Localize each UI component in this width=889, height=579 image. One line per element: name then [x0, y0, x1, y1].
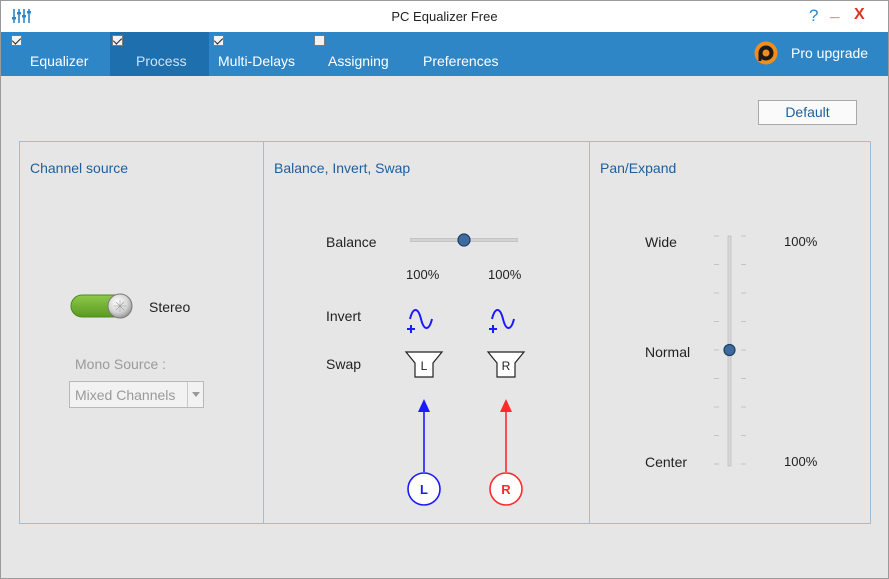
tab-preferences-label: Preferences: [423, 53, 499, 69]
tab-assigning-label: Assigning: [328, 53, 389, 69]
pc-equalizer-logo-icon: [754, 41, 778, 65]
tab-equalizer[interactable]: Equalizer: [1, 32, 105, 76]
stereo-toggle[interactable]: [70, 293, 134, 319]
balance-slider-knob[interactable]: [457, 233, 471, 247]
tab-process-label: Process: [136, 53, 187, 69]
channel-source-panel: Channel source Stereo Mono Source : Mixe…: [19, 141, 264, 524]
swap-left-letter: L: [421, 359, 428, 373]
window-title: PC Equalizer Free: [391, 9, 498, 24]
default-button[interactable]: Default: [758, 100, 857, 125]
tab-process[interactable]: Process: [110, 32, 209, 76]
stereo-label: Stereo: [149, 299, 191, 315]
mono-source-value: Mixed Channels: [75, 387, 176, 403]
balance-invert-swap-panel: Balance, Invert, Swap Balance 100% 100% …: [263, 141, 590, 524]
invert-right-wave-icon[interactable]: [486, 302, 520, 336]
title-bar: PC Equalizer Free ? _ X: [1, 1, 888, 32]
help-button[interactable]: ?: [809, 6, 818, 26]
center-percent: 100%: [784, 454, 818, 469]
tab-assigning[interactable]: Assigning: [312, 32, 407, 76]
center-label: Center: [645, 454, 688, 470]
channel-routing-diagram: L R: [407, 399, 523, 506]
mono-source-label: Mono Source :: [75, 356, 167, 372]
channel-source-title: Channel source: [30, 160, 129, 176]
invert-label: Invert: [326, 308, 362, 324]
tab-multi-delays-checkbox[interactable]: [213, 35, 224, 46]
balance-panel-title: Balance, Invert, Swap: [274, 160, 411, 176]
pro-upgrade-label: Pro upgrade: [791, 45, 869, 61]
left-channel-label: L: [420, 482, 428, 497]
tab-equalizer-checkbox[interactable]: [11, 35, 22, 46]
tab-equalizer-label: Equalizer: [30, 53, 89, 69]
swap-right-letter: R: [502, 359, 511, 373]
swap-left-speaker-icon[interactable]: L: [404, 349, 444, 383]
normal-label: Normal: [645, 344, 691, 360]
pan-expand-slider[interactable]: [710, 234, 750, 469]
tab-bar: Equalizer Process Multi-Delays Assigning…: [1, 32, 888, 76]
mono-source-select[interactable]: Mixed Channels: [69, 381, 204, 408]
tab-preferences[interactable]: Preferences: [411, 32, 511, 76]
pan-expand-title: Pan/Expand: [600, 160, 677, 176]
pan-slider-knob[interactable]: [723, 343, 736, 357]
left-level-percent: 100%: [406, 267, 440, 282]
invert-left-wave-icon[interactable]: [404, 302, 438, 336]
tab-assigning-checkbox[interactable]: [314, 35, 325, 46]
swap-label: Swap: [326, 356, 362, 372]
swap-right-speaker-icon[interactable]: R: [486, 349, 526, 383]
tab-process-checkbox[interactable]: [112, 35, 123, 46]
balance-slider[interactable]: [410, 232, 518, 248]
tab-multi-delays-label: Multi-Delays: [218, 53, 296, 69]
wide-label: Wide: [645, 234, 677, 250]
wide-percent: 100%: [784, 234, 818, 249]
minimize-button[interactable]: _: [830, 1, 839, 21]
chevron-down-icon: [187, 382, 203, 407]
balance-label: Balance: [326, 234, 377, 250]
close-button[interactable]: X: [854, 6, 865, 24]
right-level-percent: 100%: [488, 267, 522, 282]
right-channel-label: R: [501, 482, 511, 497]
pan-expand-panel: Pan/Expand Wide Normal Center 100% 100%: [589, 141, 871, 524]
tab-multi-delays[interactable]: Multi-Delays: [211, 32, 311, 76]
app-window: PC Equalizer Free ? _ X Equalizer Proces…: [0, 0, 889, 579]
